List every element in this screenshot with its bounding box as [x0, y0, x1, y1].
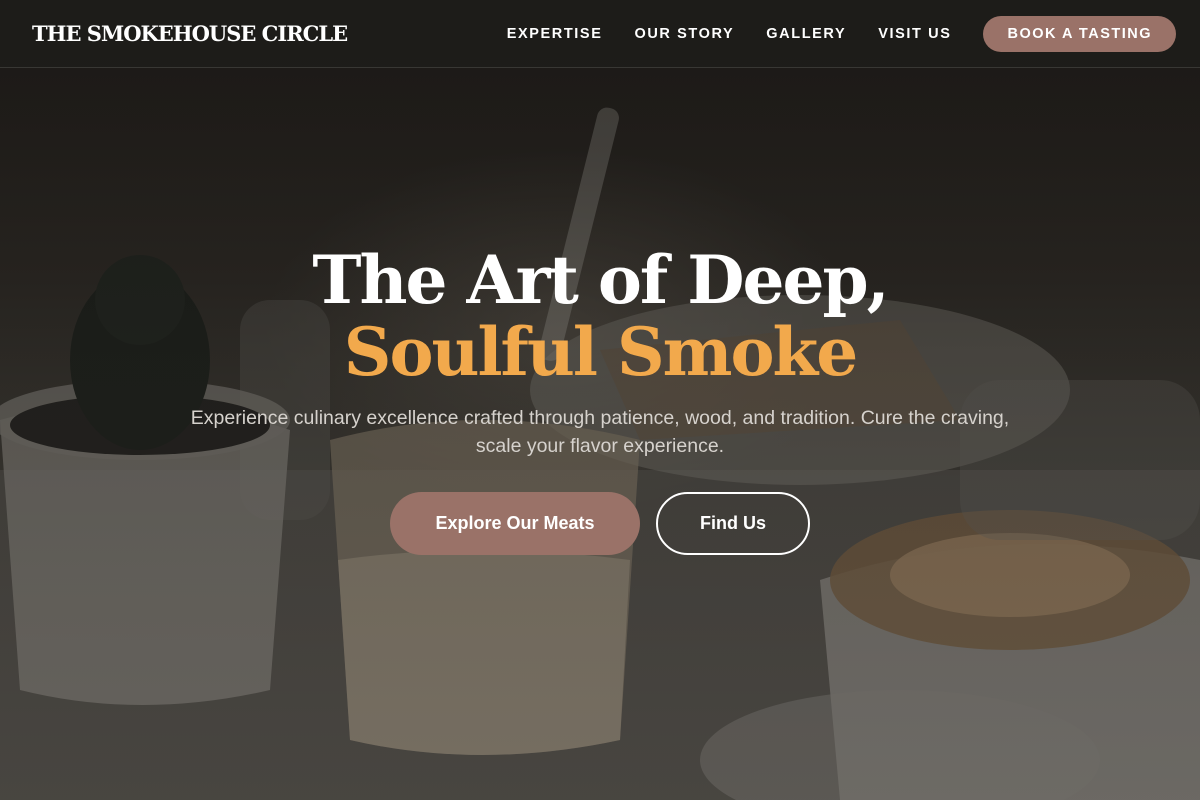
site-logo[interactable]: THE SMOKEHOUSE CIRCLE — [32, 21, 348, 46]
hero-headline-line2: Soulful Smoke — [343, 313, 858, 391]
nav-links: EXPERTISE OUR STORY GALLERY VISIT US BOO… — [475, 15, 1176, 52]
hero-content: The Art of Deep, Soulful Smoke Experienc… — [0, 0, 1200, 800]
find-us-button[interactable]: Find Us — [656, 492, 810, 555]
book-tasting-button[interactable]: BOOK A TASTING — [983, 15, 1176, 52]
nav-link-expertise[interactable]: EXPERTISE — [507, 26, 603, 42]
hero-headline-line1: The Art of Deep, — [312, 241, 889, 319]
nav-link-gallery[interactable]: GALLERY — [766, 26, 846, 42]
nav-link-our-story[interactable]: OUR STORY — [634, 26, 734, 42]
navbar: THE SMOKEHOUSE CIRCLE EXPERTISE OUR STOR… — [0, 0, 1200, 68]
nav-link-visit-us[interactable]: VISIT US — [878, 26, 951, 42]
hero-subtitle: Experience culinary excellence crafted t… — [190, 407, 1010, 457]
explore-meats-button[interactable]: Explore Our Meats — [390, 492, 640, 555]
hero-cta-row: Explore Our Meats Find Us — [0, 492, 1200, 555]
hero-headline: The Art of Deep, Soulful Smoke — [0, 244, 1200, 388]
